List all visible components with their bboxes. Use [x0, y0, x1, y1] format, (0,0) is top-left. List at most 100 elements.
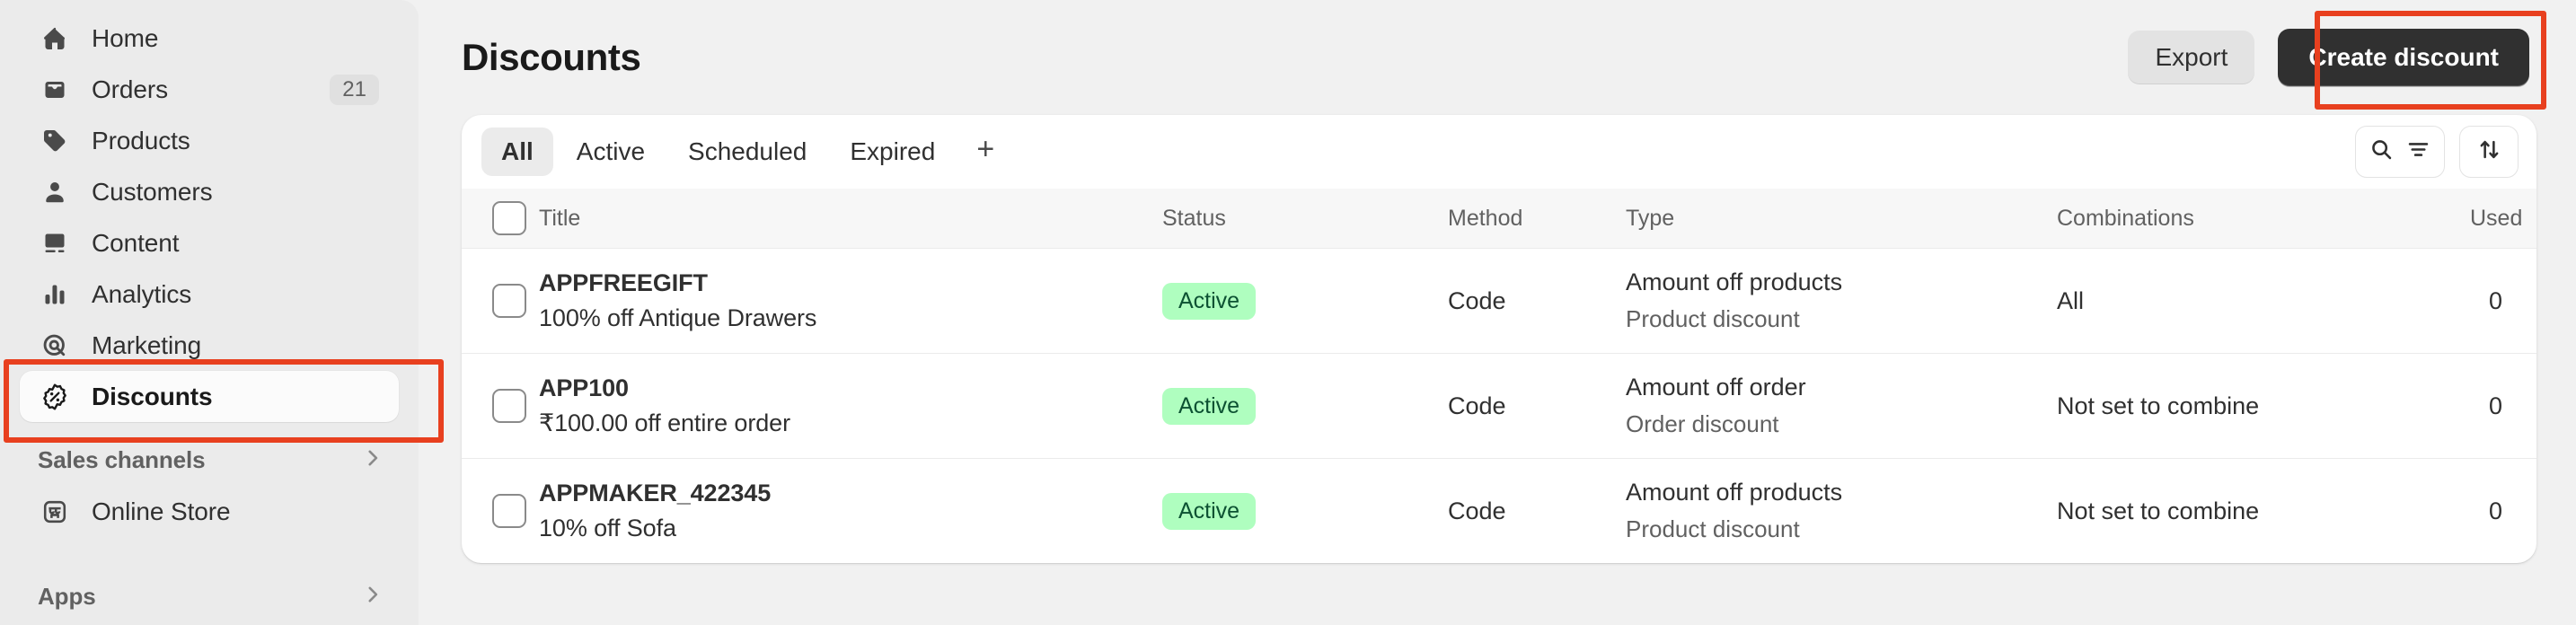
row-select-cell [462, 249, 539, 354]
cell-combinations: Not set to combine [2057, 459, 2470, 564]
sidebar-item-customers[interactable]: Customers [20, 166, 399, 217]
tab-active[interactable]: Active [557, 128, 665, 176]
row-checkbox[interactable] [492, 389, 526, 423]
table-header: Title Status Method Type Combinations Us… [462, 189, 2536, 249]
column-header-method[interactable]: Method [1448, 189, 1626, 249]
export-button[interactable]: Export [2128, 31, 2254, 84]
header-actions: Export Create discount [2128, 29, 2529, 86]
select-all-checkbox[interactable] [492, 201, 526, 235]
sidebar-item-label: Discounts [92, 383, 212, 411]
sidebar-section-sales-channels[interactable]: Sales channels [20, 435, 399, 486]
add-view-button[interactable]: + [958, 130, 1012, 173]
select-all-header [462, 189, 539, 249]
content-icon [38, 230, 72, 257]
cell-status: Active [1162, 354, 1448, 459]
column-header-title[interactable]: Title [539, 189, 1162, 249]
search-and-filter-button[interactable] [2355, 126, 2445, 178]
sidebar-item-label: Products [92, 127, 190, 155]
table-row[interactable]: APPMAKER_422345 10% off Sofa Active Code… [462, 459, 2536, 564]
cell-title: APPMAKER_422345 10% off Sofa [539, 459, 1162, 564]
app-root: Home Orders 21 Products Customers [0, 0, 2576, 625]
status-badge: Active [1162, 493, 1256, 530]
discount-type-category: Product discount [1626, 515, 2057, 543]
sidebar-item-label: Home [92, 24, 158, 53]
table-row[interactable]: APP100 ₹100.00 off entire order Active C… [462, 354, 2536, 459]
discount-description: ₹100.00 off entire order [539, 409, 1162, 437]
cell-combinations: All [2057, 249, 2470, 354]
sidebar-item-label: Marketing [92, 331, 201, 360]
column-header-combinations[interactable]: Combinations [2057, 189, 2470, 249]
cell-title: APPFREEGIFT 100% off Antique Drawers [539, 249, 1162, 354]
row-checkbox[interactable] [492, 494, 526, 528]
sidebar-nav-list: Home Orders 21 Products Customers [20, 13, 399, 422]
sidebar-item-home[interactable]: Home [20, 13, 399, 64]
discount-code: APPMAKER_422345 [539, 480, 1162, 507]
orders-icon [38, 76, 72, 103]
status-badge: Active [1162, 388, 1256, 425]
sidebar-item-analytics[interactable]: Analytics [20, 268, 399, 320]
cell-combinations: Not set to combine [2057, 354, 2470, 459]
discount-type: Amount off products [1626, 479, 2057, 506]
column-header-status[interactable]: Status [1162, 189, 1448, 249]
tab-all[interactable]: All [481, 128, 553, 176]
cell-title: APP100 ₹100.00 off entire order [539, 354, 1162, 459]
column-header-used[interactable]: Used [2470, 189, 2536, 249]
discount-type-category: Order discount [1626, 410, 2057, 438]
table-row[interactable]: APPFREEGIFT 100% off Antique Drawers Act… [462, 249, 2536, 354]
sidebar-item-products[interactable]: Products [20, 115, 399, 166]
discount-code: APP100 [539, 374, 1162, 402]
tabs-bar: All Active Scheduled Expired + [462, 115, 2536, 189]
cell-used: 0 [2470, 459, 2536, 564]
sidebar-item-label: Analytics [92, 280, 191, 309]
sidebar-item-label: Online Store [92, 497, 230, 526]
column-header-type[interactable]: Type [1626, 189, 2057, 249]
cell-status: Active [1162, 249, 1448, 354]
sidebar-item-label: Content [92, 229, 179, 258]
chevron-right-icon [361, 583, 384, 611]
sidebar-item-orders[interactable]: Orders 21 [20, 64, 399, 115]
create-discount-button[interactable]: Create discount [2278, 29, 2529, 86]
cell-used: 0 [2470, 354, 2536, 459]
home-icon [38, 25, 72, 52]
sort-button[interactable] [2459, 126, 2519, 178]
chevron-right-icon [361, 446, 384, 474]
page-title: Discounts [462, 36, 640, 79]
cell-type: Amount off products Product discount [1626, 249, 2057, 354]
sidebar-section-label: Sales channels [38, 446, 205, 474]
cell-used: 0 [2470, 249, 2536, 354]
tab-scheduled[interactable]: Scheduled [668, 128, 826, 176]
row-checkbox[interactable] [492, 284, 526, 318]
page-header: Discounts Export Create discount [462, 0, 2536, 115]
cell-type: Amount off order Order discount [1626, 354, 2057, 459]
row-select-cell [462, 459, 539, 564]
sidebar-section-apps[interactable]: Apps [20, 571, 399, 622]
cell-method: Code [1448, 249, 1626, 354]
tab-list: All Active Scheduled Expired + [481, 128, 1012, 176]
table-header-row: Title Status Method Type Combinations Us… [462, 189, 2536, 249]
discount-description: 10% off Sofa [539, 515, 1162, 542]
marketing-icon [38, 332, 72, 359]
sidebar-item-online-store[interactable]: Online Store [20, 486, 399, 537]
discount-type: Amount off products [1626, 268, 2057, 296]
cell-method: Code [1448, 354, 1626, 459]
customers-icon [38, 179, 72, 206]
table-body: APPFREEGIFT 100% off Antique Drawers Act… [462, 249, 2536, 564]
sidebar-item-label: Orders [92, 75, 168, 104]
search-icon [2369, 137, 2394, 166]
discount-code: APPFREEGIFT [539, 269, 1162, 297]
products-icon [38, 128, 72, 154]
discount-type-category: Product discount [1626, 305, 2057, 333]
store-icon [38, 498, 72, 525]
sidebar-item-label: Customers [92, 178, 212, 207]
status-badge: Active [1162, 283, 1256, 320]
sidebar-item-content[interactable]: Content [20, 217, 399, 268]
sidebar: Home Orders 21 Products Customers [0, 0, 419, 625]
tab-expired[interactable]: Expired [830, 128, 955, 176]
sidebar-item-discounts[interactable]: Discounts [20, 371, 399, 422]
filter-icon [2406, 137, 2430, 166]
tab-tools [2355, 126, 2519, 178]
main-content: Discounts Export Create discount All Act… [419, 0, 2576, 625]
cell-type: Amount off products Product discount [1626, 459, 2057, 564]
sort-icon [2477, 137, 2501, 166]
sidebar-item-marketing[interactable]: Marketing [20, 320, 399, 371]
